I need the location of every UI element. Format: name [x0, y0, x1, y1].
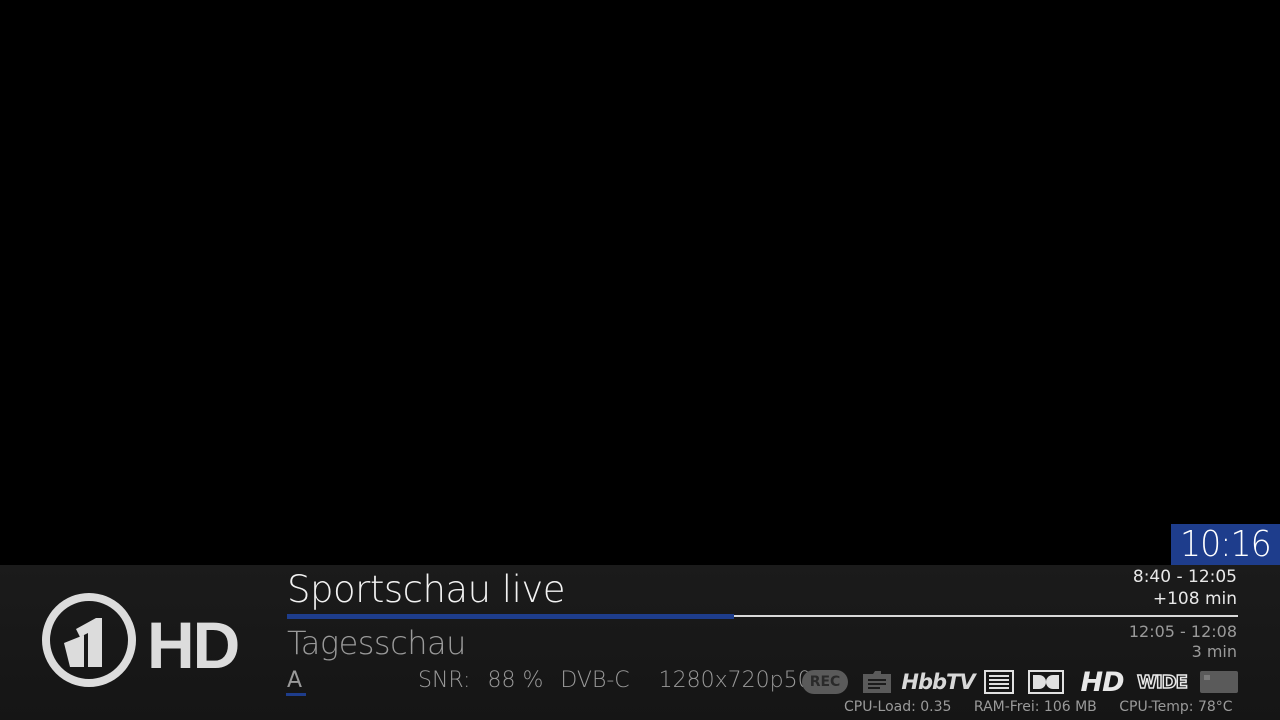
progress-fill — [287, 614, 734, 619]
cpu-load: CPU-Load: 0.35 — [844, 699, 952, 715]
next-program-remaining: 3 min — [1191, 642, 1237, 661]
signal-info: SNR: 88 % DVB-C 1280x720p50 — [418, 668, 822, 693]
ram-free: RAM-Frei: 106 MB — [973, 699, 1097, 715]
hd-icon: HD — [1076, 666, 1128, 698]
epg-icon — [861, 668, 893, 696]
rec-icon: REC — [802, 670, 848, 694]
channel-logo: HD — [40, 591, 250, 691]
clock-time: 10:16 — [1180, 524, 1272, 565]
tuner-type: DVB-C — [560, 668, 630, 693]
ci-card-icon — [1199, 668, 1239, 696]
video-resolution: 1280x720p50 — [658, 668, 812, 693]
next-program-title: Tagesschau — [287, 624, 466, 662]
hbbtv-icon: HbbTV — [901, 668, 975, 696]
audio-track-indicator[interactable]: A — [287, 668, 302, 693]
teletext-icon — [983, 668, 1015, 696]
next-program-time: 12:05 - 12:08 — [1128, 622, 1237, 641]
now-program-remaining: +108 min — [1152, 589, 1237, 609]
hd-icon-label: HD — [1080, 666, 1124, 698]
rec-icon-label: REC — [809, 674, 841, 690]
video-area — [0, 0, 1280, 565]
audio-track-underline — [286, 693, 306, 696]
clock: 10:16 — [1171, 524, 1280, 565]
system-info: CPU-Load: 0.35 RAM-Frei: 106 MB CPU-Temp… — [844, 699, 1251, 715]
now-program-title: Sportschau live — [287, 568, 566, 611]
snr-value: 88 % — [487, 668, 544, 693]
hbbtv-icon-label: HbbTV — [901, 670, 975, 694]
wide-icon-label: WIDE — [1136, 671, 1188, 694]
dolby-icon — [1027, 668, 1065, 696]
snr-label: SNR: — [418, 668, 471, 693]
cpu-temp: CPU-Temp: 78°C — [1119, 699, 1233, 715]
wide-icon: WIDE — [1136, 668, 1188, 696]
program-progress — [287, 614, 1238, 620]
channel-logo-text: HD — [147, 608, 238, 682]
now-program-time: 8:40 - 12:05 — [1132, 567, 1237, 587]
